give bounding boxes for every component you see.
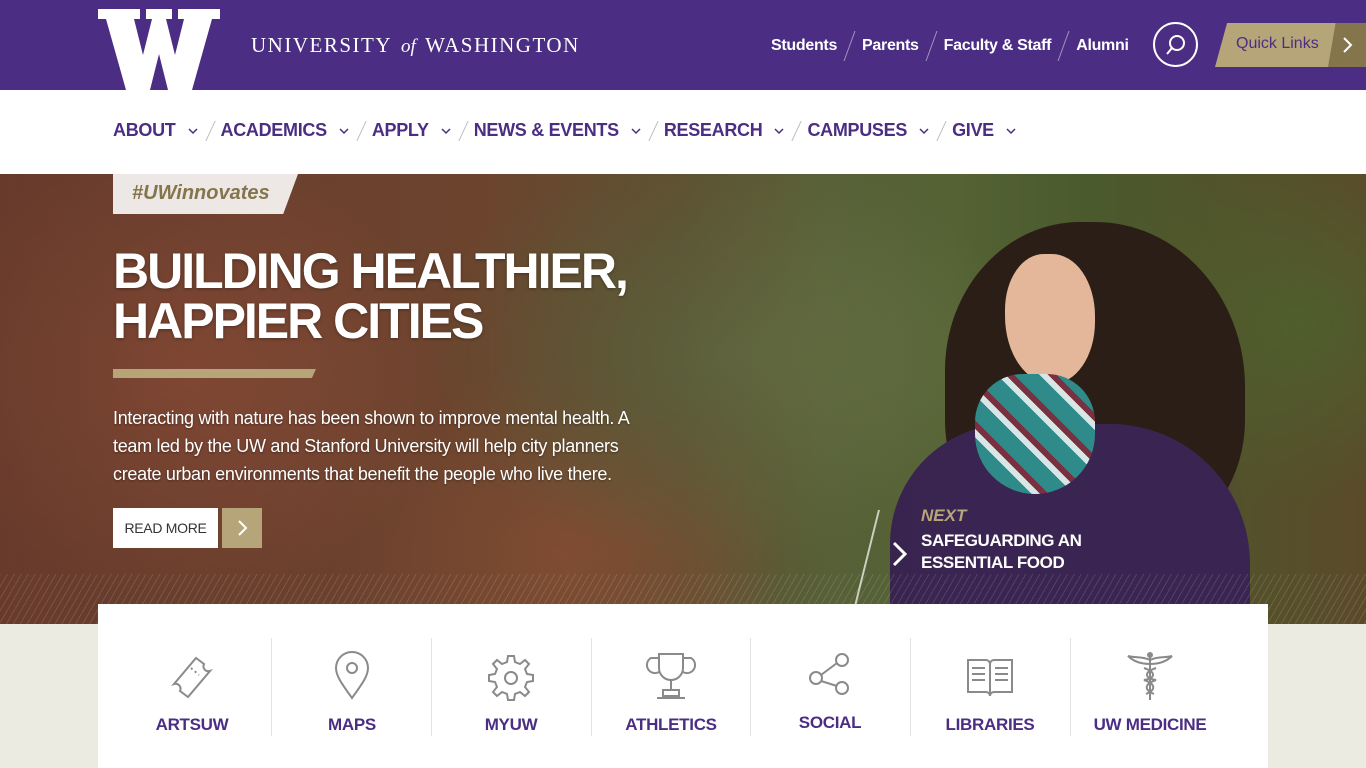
nav-label: NEWS & EVENTS xyxy=(473,120,619,140)
nav-label: CAMPUSES xyxy=(807,120,908,140)
search-button[interactable] xyxy=(1153,22,1198,67)
read-more-arrow-button[interactable] xyxy=(222,508,262,548)
nav-divider xyxy=(791,120,803,141)
nav-item-research[interactable]: RESEARCH xyxy=(664,120,785,141)
nav-label: RESEARCH xyxy=(663,120,763,140)
tile-label: UW MEDICINE xyxy=(1093,715,1207,734)
nav-label: GIVE xyxy=(952,120,994,140)
audience-link-alumni[interactable]: Alumni xyxy=(1076,37,1129,55)
tile-label: MYUW xyxy=(484,715,538,734)
nav-divider xyxy=(204,120,216,141)
share-icon xyxy=(804,650,856,702)
chevron-down-icon[interactable] xyxy=(774,126,784,136)
read-more-button[interactable]: READ MORE xyxy=(113,508,218,548)
read-more-label: READ MORE xyxy=(124,520,207,536)
tile-maps[interactable]: MAPS xyxy=(272,638,432,734)
nav-item-about[interactable]: ABOUT xyxy=(113,120,198,141)
wordmark-university: UNIVERSITY xyxy=(251,33,392,57)
chevron-down-icon[interactable] xyxy=(339,126,349,136)
tile-libraries[interactable]: LIBRARIES xyxy=(910,638,1070,734)
top-bar: UNIVERSITY of WASHINGTON Students Parent… xyxy=(0,0,1366,90)
nav-divider xyxy=(458,120,469,141)
main-nav-list: ABOUT ACADEMICS APPLY NEWS & EVENTS RESE… xyxy=(113,120,1016,141)
audience-divider xyxy=(843,31,856,61)
tile-social[interactable]: SOCIAL xyxy=(750,638,910,734)
nav-label: ACADEMICS xyxy=(220,120,328,140)
audience-nav: Students Parents Faculty & Staff Alumni xyxy=(771,31,1129,61)
next-story-link[interactable]: SAFEGUARDING AN ESSENTIAL FOOD xyxy=(921,530,1121,574)
map-pin-icon xyxy=(326,650,378,702)
next-label: NEXT xyxy=(921,506,967,525)
tile-athletics[interactable]: ATHLETICS xyxy=(591,638,751,734)
hero-rule xyxy=(113,369,316,378)
wordmark-washington: WASHINGTON xyxy=(425,33,580,57)
tile-label: ATHLETICS xyxy=(625,715,717,734)
chevron-down-icon[interactable] xyxy=(919,126,929,136)
audience-divider xyxy=(1057,31,1070,61)
tile-label: ARTSUW xyxy=(155,715,229,734)
caduceus-icon xyxy=(1124,650,1176,702)
tile-artsuw[interactable]: ARTSUW xyxy=(112,638,272,734)
hero-tag[interactable]: #UWinnovates xyxy=(113,174,298,214)
hero-description: Interacting with nature has been shown t… xyxy=(113,408,629,484)
nav-divider xyxy=(936,120,947,141)
audience-link-parents[interactable]: Parents xyxy=(862,37,919,55)
chevron-right-icon xyxy=(238,520,248,536)
audience-link-faculty-staff[interactable]: Faculty & Staff xyxy=(944,37,1052,55)
chevron-down-icon[interactable] xyxy=(631,126,641,136)
chevron-down-icon[interactable] xyxy=(1006,126,1016,136)
hero-overlay xyxy=(0,174,1366,624)
uw-logo[interactable] xyxy=(98,9,220,90)
next-story-chevron-icon[interactable] xyxy=(890,540,910,568)
quick-tiles: ARTSUW MAPS MYUW ATHLETICS SOCIAL LIBRAR… xyxy=(98,604,1268,768)
wordmark-of: of xyxy=(400,36,416,57)
quick-links-button[interactable]: Quick Links xyxy=(1215,23,1366,67)
nav-item-news-events[interactable]: NEWS & EVENTS xyxy=(474,120,641,141)
trophy-icon xyxy=(645,650,697,702)
chevron-down-icon[interactable] xyxy=(441,126,451,136)
hero-banner: #UWinnovates BUILDING HEALTHIER, HAPPIER… xyxy=(0,174,1366,624)
search-icon xyxy=(1165,34,1185,55)
chevron-right-icon xyxy=(1343,37,1353,53)
tile-label: LIBRARIES xyxy=(945,715,1035,734)
nav-divider xyxy=(648,120,659,141)
tile-label: SOCIAL xyxy=(798,713,862,732)
nav-item-give[interactable]: GIVE xyxy=(952,120,1016,141)
ticket-icon xyxy=(166,650,218,702)
nav-item-campuses[interactable]: CAMPUSES xyxy=(807,120,929,141)
hero-tag-label: #UWinnovates xyxy=(132,182,270,204)
nav-label: APPLY xyxy=(371,120,429,140)
audience-link-students[interactable]: Students xyxy=(771,37,837,55)
university-wordmark[interactable]: UNIVERSITY of WASHINGTON xyxy=(251,33,580,58)
tile-uw-medicine[interactable]: UW MEDICINE xyxy=(1070,638,1230,734)
book-icon xyxy=(964,650,1016,702)
chevron-down-icon[interactable] xyxy=(187,126,198,136)
tile-myuw[interactable]: MYUW xyxy=(431,638,591,734)
tile-label: MAPS xyxy=(328,715,376,734)
main-nav: ABOUT ACADEMICS APPLY NEWS & EVENTS RESE… xyxy=(0,90,1366,174)
nav-item-academics[interactable]: ACADEMICS xyxy=(221,120,349,141)
quick-links-label: Quick Links xyxy=(1236,35,1319,52)
hero-title: BUILDING HEALTHIER, HAPPIER CITIES xyxy=(113,243,629,349)
gear-icon xyxy=(485,650,537,702)
nav-label: ABOUT xyxy=(113,120,176,140)
nav-divider xyxy=(356,120,367,141)
audience-divider xyxy=(925,31,938,61)
nav-item-apply[interactable]: APPLY xyxy=(372,120,451,141)
